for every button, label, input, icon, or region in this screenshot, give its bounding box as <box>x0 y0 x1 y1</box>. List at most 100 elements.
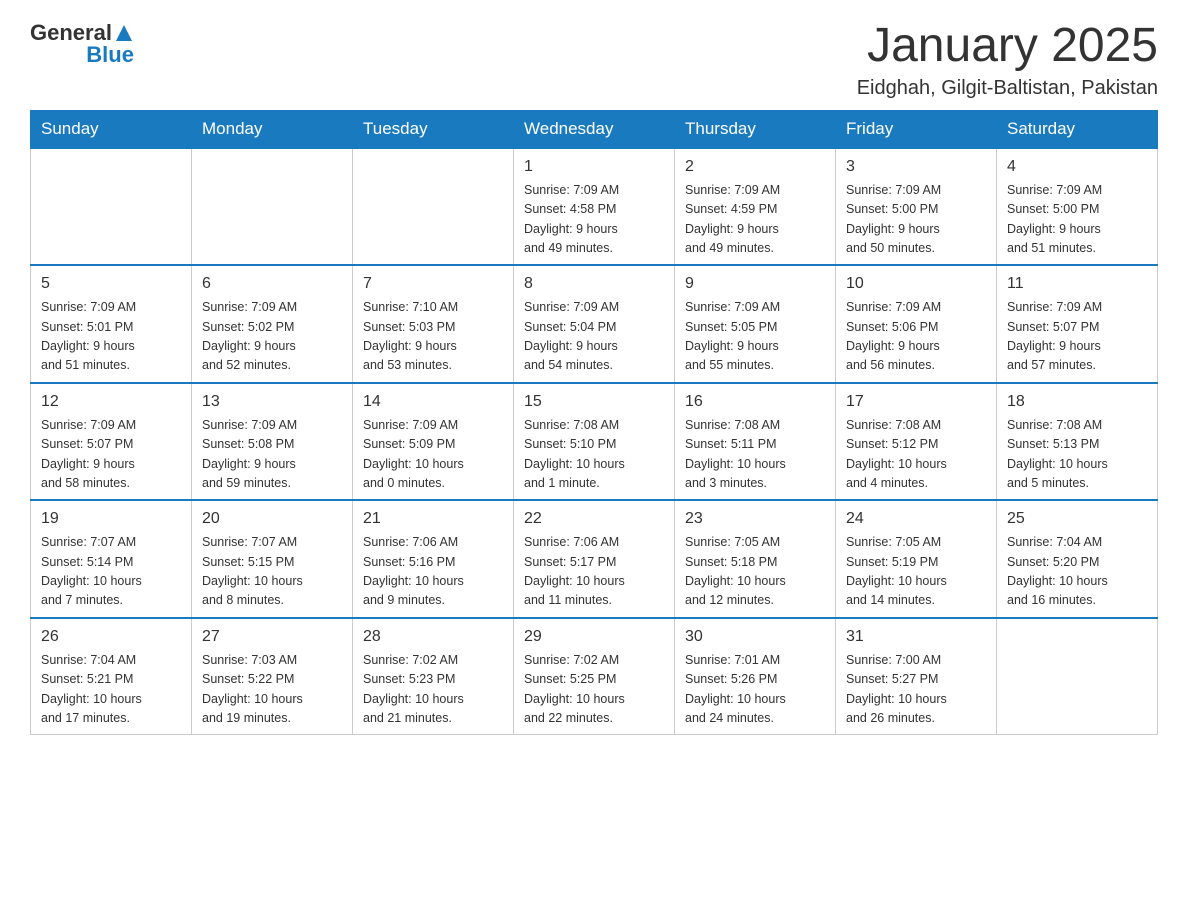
day-number: 26 <box>41 625 181 649</box>
calendar-day-cell: 9Sunrise: 7:09 AM Sunset: 5:05 PM Daylig… <box>675 265 836 383</box>
day-info: Sunrise: 7:07 AM Sunset: 5:15 PM Dayligh… <box>202 533 342 611</box>
calendar-day-cell: 11Sunrise: 7:09 AM Sunset: 5:07 PM Dayli… <box>997 265 1158 383</box>
day-info: Sunrise: 7:06 AM Sunset: 5:17 PM Dayligh… <box>524 533 664 611</box>
calendar-day-cell: 24Sunrise: 7:05 AM Sunset: 5:19 PM Dayli… <box>836 500 997 618</box>
day-number: 27 <box>202 625 342 649</box>
calendar-week-row: 26Sunrise: 7:04 AM Sunset: 5:21 PM Dayli… <box>31 618 1158 735</box>
day-header-sunday: Sunday <box>31 110 192 148</box>
day-info: Sunrise: 7:02 AM Sunset: 5:23 PM Dayligh… <box>363 651 503 729</box>
calendar-day-cell: 13Sunrise: 7:09 AM Sunset: 5:08 PM Dayli… <box>192 383 353 501</box>
calendar-day-cell: 27Sunrise: 7:03 AM Sunset: 5:22 PM Dayli… <box>192 618 353 735</box>
day-number: 15 <box>524 390 664 414</box>
calendar-day-cell: 30Sunrise: 7:01 AM Sunset: 5:26 PM Dayli… <box>675 618 836 735</box>
day-info: Sunrise: 7:04 AM Sunset: 5:20 PM Dayligh… <box>1007 533 1147 611</box>
day-info: Sunrise: 7:09 AM Sunset: 5:07 PM Dayligh… <box>1007 298 1147 376</box>
calendar-day-cell: 7Sunrise: 7:10 AM Sunset: 5:03 PM Daylig… <box>353 265 514 383</box>
day-info: Sunrise: 7:09 AM Sunset: 5:00 PM Dayligh… <box>846 181 986 259</box>
day-info: Sunrise: 7:07 AM Sunset: 5:14 PM Dayligh… <box>41 533 181 611</box>
day-info: Sunrise: 7:09 AM Sunset: 5:05 PM Dayligh… <box>685 298 825 376</box>
day-number: 21 <box>363 507 503 531</box>
day-number: 6 <box>202 272 342 296</box>
day-info: Sunrise: 7:08 AM Sunset: 5:12 PM Dayligh… <box>846 416 986 494</box>
day-number: 22 <box>524 507 664 531</box>
day-info: Sunrise: 7:08 AM Sunset: 5:11 PM Dayligh… <box>685 416 825 494</box>
day-info: Sunrise: 7:09 AM Sunset: 4:59 PM Dayligh… <box>685 181 825 259</box>
calendar-day-cell <box>192 148 353 266</box>
day-number: 30 <box>685 625 825 649</box>
month-title: January 2025 <box>857 20 1158 73</box>
day-number: 17 <box>846 390 986 414</box>
day-info: Sunrise: 7:01 AM Sunset: 5:26 PM Dayligh… <box>685 651 825 729</box>
location-title: Eidghah, Gilgit-Baltistan, Pakistan <box>857 77 1158 100</box>
day-number: 24 <box>846 507 986 531</box>
day-number: 31 <box>846 625 986 649</box>
calendar-day-cell <box>31 148 192 266</box>
calendar-day-cell: 21Sunrise: 7:06 AM Sunset: 5:16 PM Dayli… <box>353 500 514 618</box>
logo: General Blue <box>30 20 134 68</box>
calendar-week-row: 5Sunrise: 7:09 AM Sunset: 5:01 PM Daylig… <box>31 265 1158 383</box>
day-number: 16 <box>685 390 825 414</box>
day-info: Sunrise: 7:05 AM Sunset: 5:19 PM Dayligh… <box>846 533 986 611</box>
day-info: Sunrise: 7:09 AM Sunset: 5:04 PM Dayligh… <box>524 298 664 376</box>
title-section: January 2025 Eidghah, Gilgit-Baltistan, … <box>857 20 1158 100</box>
day-info: Sunrise: 7:10 AM Sunset: 5:03 PM Dayligh… <box>363 298 503 376</box>
header-row: SundayMondayTuesdayWednesdayThursdayFrid… <box>31 110 1158 148</box>
logo-triangle-icon <box>114 23 134 43</box>
calendar-day-cell: 10Sunrise: 7:09 AM Sunset: 5:06 PM Dayli… <box>836 265 997 383</box>
day-info: Sunrise: 7:02 AM Sunset: 5:25 PM Dayligh… <box>524 651 664 729</box>
page-header: General Blue January 2025 Eidghah, Gilgi… <box>30 20 1158 100</box>
day-number: 3 <box>846 155 986 179</box>
calendar-day-cell: 8Sunrise: 7:09 AM Sunset: 5:04 PM Daylig… <box>514 265 675 383</box>
calendar-day-cell: 28Sunrise: 7:02 AM Sunset: 5:23 PM Dayli… <box>353 618 514 735</box>
day-info: Sunrise: 7:09 AM Sunset: 5:08 PM Dayligh… <box>202 416 342 494</box>
day-header-thursday: Thursday <box>675 110 836 148</box>
day-number: 5 <box>41 272 181 296</box>
day-header-wednesday: Wednesday <box>514 110 675 148</box>
day-info: Sunrise: 7:09 AM Sunset: 5:06 PM Dayligh… <box>846 298 986 376</box>
day-info: Sunrise: 7:09 AM Sunset: 5:07 PM Dayligh… <box>41 416 181 494</box>
calendar-day-cell: 26Sunrise: 7:04 AM Sunset: 5:21 PM Dayli… <box>31 618 192 735</box>
day-info: Sunrise: 7:04 AM Sunset: 5:21 PM Dayligh… <box>41 651 181 729</box>
calendar-day-cell: 5Sunrise: 7:09 AM Sunset: 5:01 PM Daylig… <box>31 265 192 383</box>
day-number: 18 <box>1007 390 1147 414</box>
calendar-week-row: 12Sunrise: 7:09 AM Sunset: 5:07 PM Dayli… <box>31 383 1158 501</box>
day-number: 20 <box>202 507 342 531</box>
calendar-day-cell: 25Sunrise: 7:04 AM Sunset: 5:20 PM Dayli… <box>997 500 1158 618</box>
day-number: 25 <box>1007 507 1147 531</box>
calendar-day-cell: 2Sunrise: 7:09 AM Sunset: 4:59 PM Daylig… <box>675 148 836 266</box>
calendar-table: SundayMondayTuesdayWednesdayThursdayFrid… <box>30 110 1158 736</box>
day-info: Sunrise: 7:09 AM Sunset: 5:02 PM Dayligh… <box>202 298 342 376</box>
day-info: Sunrise: 7:03 AM Sunset: 5:22 PM Dayligh… <box>202 651 342 729</box>
calendar-day-cell: 20Sunrise: 7:07 AM Sunset: 5:15 PM Dayli… <box>192 500 353 618</box>
day-number: 14 <box>363 390 503 414</box>
calendar-day-cell: 6Sunrise: 7:09 AM Sunset: 5:02 PM Daylig… <box>192 265 353 383</box>
logo-blue-text: Blue <box>86 42 134 68</box>
day-info: Sunrise: 7:09 AM Sunset: 4:58 PM Dayligh… <box>524 181 664 259</box>
calendar-day-cell: 23Sunrise: 7:05 AM Sunset: 5:18 PM Dayli… <box>675 500 836 618</box>
day-header-monday: Monday <box>192 110 353 148</box>
calendar-day-cell: 1Sunrise: 7:09 AM Sunset: 4:58 PM Daylig… <box>514 148 675 266</box>
calendar-day-cell: 16Sunrise: 7:08 AM Sunset: 5:11 PM Dayli… <box>675 383 836 501</box>
day-number: 8 <box>524 272 664 296</box>
day-number: 29 <box>524 625 664 649</box>
day-number: 7 <box>363 272 503 296</box>
day-number: 23 <box>685 507 825 531</box>
calendar-day-cell: 4Sunrise: 7:09 AM Sunset: 5:00 PM Daylig… <box>997 148 1158 266</box>
day-number: 11 <box>1007 272 1147 296</box>
calendar-day-cell: 29Sunrise: 7:02 AM Sunset: 5:25 PM Dayli… <box>514 618 675 735</box>
day-header-tuesday: Tuesday <box>353 110 514 148</box>
day-info: Sunrise: 7:09 AM Sunset: 5:01 PM Dayligh… <box>41 298 181 376</box>
day-number: 19 <box>41 507 181 531</box>
day-number: 28 <box>363 625 503 649</box>
calendar-day-cell: 14Sunrise: 7:09 AM Sunset: 5:09 PM Dayli… <box>353 383 514 501</box>
day-header-saturday: Saturday <box>997 110 1158 148</box>
day-info: Sunrise: 7:09 AM Sunset: 5:09 PM Dayligh… <box>363 416 503 494</box>
day-number: 9 <box>685 272 825 296</box>
day-info: Sunrise: 7:08 AM Sunset: 5:10 PM Dayligh… <box>524 416 664 494</box>
day-info: Sunrise: 7:05 AM Sunset: 5:18 PM Dayligh… <box>685 533 825 611</box>
day-info: Sunrise: 7:09 AM Sunset: 5:00 PM Dayligh… <box>1007 181 1147 259</box>
day-header-friday: Friday <box>836 110 997 148</box>
calendar-week-row: 1Sunrise: 7:09 AM Sunset: 4:58 PM Daylig… <box>31 148 1158 266</box>
day-number: 10 <box>846 272 986 296</box>
calendar-day-cell: 15Sunrise: 7:08 AM Sunset: 5:10 PM Dayli… <box>514 383 675 501</box>
